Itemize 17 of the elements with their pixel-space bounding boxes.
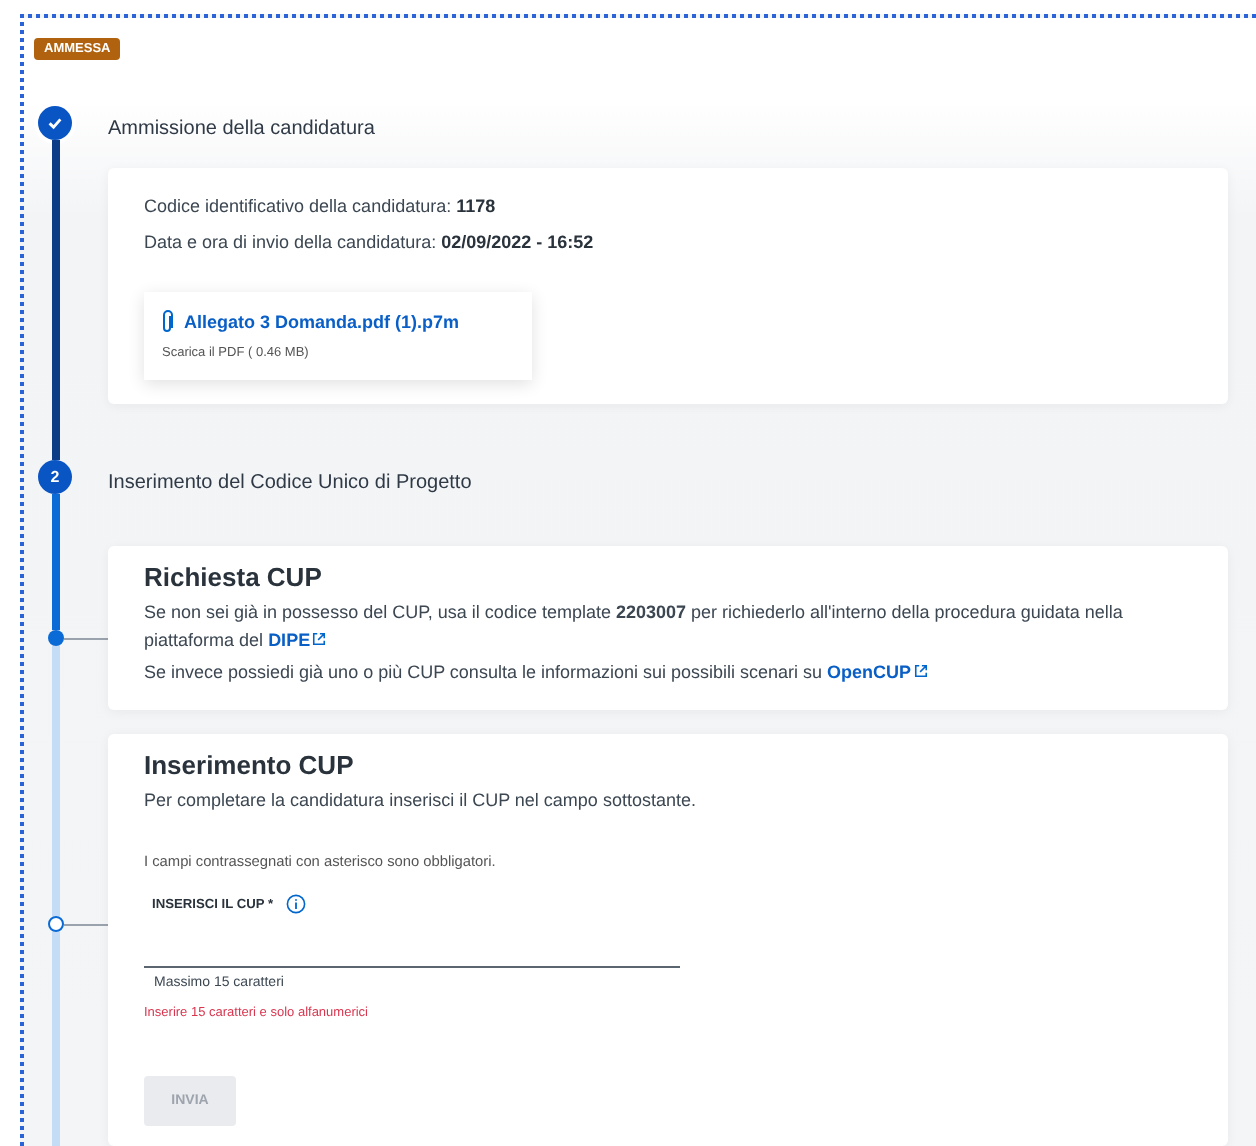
info-paragraph: Se invece possiedi già uno o più CUP consulta le informazioni sui possibili scenari su OpenCUP: [144, 658, 1192, 686]
external-link-icon: [913, 664, 928, 678]
info-paragraph: Se non sei già in possesso del CUP, usa il codice template 2203007 per richiederlo all'interno della procedura guidata nella piattaforma del DIPE: [144, 600, 1125, 654]
step-number: 2: [38, 460, 72, 494]
attachment-link[interactable]: Allegato 3 Domanda.pdf (1).p7m: [184, 312, 460, 332]
paperclip-icon: [160, 310, 174, 334]
intro-text: Per completare la candidatura inserisci il CUP nel campo sottostante.: [144, 788, 698, 814]
external-link[interactable]: DIPE: [268, 630, 327, 650]
info-icon[interactable]: [285, 894, 306, 914]
card-title: Inserimento CUP: [144, 750, 356, 780]
external-link-icon: [312, 632, 327, 646]
detail-text: Codice identificativo della candidatura: 1178: [144, 194, 498, 220]
card-title: Richiesta CUP: [144, 562, 324, 592]
external-link[interactable]: OpenCUP: [827, 662, 928, 682]
step-title: Ammissione della candidatura: [108, 116, 377, 144]
detail-text: Data e ora di invio della candidatura: 02/09/2022 - 16:52: [144, 230, 596, 256]
step-title: Inserimento del Codice Unico di Progetto: [108, 470, 474, 498]
